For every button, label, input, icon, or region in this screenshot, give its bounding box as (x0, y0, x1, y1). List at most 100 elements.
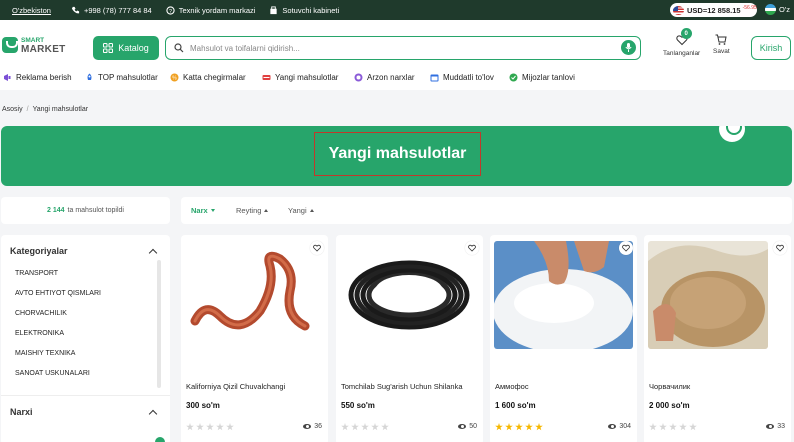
nav-label: Mijozlar tanlovi (522, 73, 575, 82)
rating-stars (649, 423, 697, 431)
heart-icon (776, 244, 784, 252)
logo-line-2: MARKET (21, 44, 66, 55)
nav-item-reklama[interactable]: Reklama berish (3, 73, 72, 82)
logo-icon (2, 37, 18, 53)
favorites-count-badge: 0 (680, 28, 692, 39)
product-title[interactable]: Kaliforniya Qizil Chuvalchangi (186, 382, 285, 391)
nav-item-yangi[interactable]: Yangi mahsulotlar (262, 73, 338, 82)
price-slider-handle[interactable] (155, 437, 165, 442)
star-icon (535, 423, 543, 431)
product-image-worm[interactable] (185, 241, 324, 349)
language-selector[interactable]: O'z (765, 4, 790, 15)
category-item[interactable]: SANOAT USKUNALARI (15, 370, 90, 377)
heart-icon (468, 244, 476, 252)
product-price: 300 so'm (186, 401, 220, 410)
product-card[interactable]: Чорвачилик 2 000 so'm 33 (644, 235, 791, 442)
cart-icon (715, 34, 727, 45)
support-label[interactable]: Texnik yordam markazi (179, 6, 256, 15)
eye-icon (458, 424, 467, 429)
chevron-up-icon[interactable] (148, 248, 158, 258)
sort-rating[interactable]: Reyting (236, 206, 269, 215)
coin-icon (354, 73, 363, 82)
nav-item-top[interactable]: TOP mahsulotlar (85, 73, 158, 82)
sort-price[interactable]: Narx (191, 206, 215, 215)
eye-icon (303, 424, 312, 429)
eye-icon (766, 424, 775, 429)
breadcrumb-home[interactable]: Asosiy (2, 106, 23, 113)
star-icon (371, 423, 379, 431)
star-icon (341, 423, 349, 431)
star-icon (186, 423, 194, 431)
views-count: 304 (608, 423, 631, 430)
views-count: 50 (458, 423, 477, 430)
support-link[interactable]: ? Texnik yordam markazi (166, 6, 256, 15)
favorite-button[interactable] (310, 241, 324, 255)
product-title[interactable]: Tomchilab Sug'arish Uchun Shilanka (341, 382, 463, 391)
favorites-button[interactable]: 0 Tanlanganlar (663, 28, 700, 57)
category-item[interactable]: TRANSPORT (15, 270, 58, 277)
product-image-feed[interactable] (648, 241, 768, 349)
nav-item-chegirmalar[interactable]: % Katta chegirmalar (170, 73, 246, 82)
views-count: 33 (766, 423, 785, 430)
sort-new[interactable]: Yangi (288, 206, 314, 215)
product-card[interactable]: Kaliforniya Qizil Chuvalchangi 300 so'm … (181, 235, 328, 442)
svg-text:%: % (172, 76, 177, 82)
product-card[interactable]: Аммофос 1 600 so'm 304 (490, 235, 637, 442)
category-item[interactable]: AVTO EHTIYOT QISMLARI (15, 290, 101, 297)
voice-search-button[interactable] (621, 40, 636, 55)
catalog-label: Katalog (118, 43, 149, 53)
results-count: 2 144 ta mahsulot topildi (1, 197, 170, 224)
nav-item-arzon[interactable]: Arzon narxlar (354, 73, 415, 82)
star-icon (495, 423, 503, 431)
uz-flag-icon (765, 4, 776, 15)
nav-label: Katta chegirmalar (183, 73, 246, 82)
currency-value: USD=12 858.15 (687, 5, 741, 15)
logo[interactable]: SMART MARKET (2, 36, 66, 55)
nav-label: Reklama berish (16, 73, 72, 82)
heart-icon (313, 244, 321, 252)
category-item[interactable]: CHORVACHILIK (15, 310, 67, 317)
region-label[interactable]: O'zbekiston (12, 6, 51, 15)
seller-cabinet-link[interactable]: Sotuvchi kabineti (269, 6, 339, 15)
favorite-button[interactable] (465, 241, 479, 255)
sort-rating-label: Reyting (236, 206, 262, 215)
phone-link[interactable]: +998 (78) 777 84 84 (71, 6, 152, 15)
categories-heading[interactable]: Kategoriyalar (10, 246, 68, 256)
phone-number[interactable]: +998 (78) 777 84 84 (84, 6, 152, 15)
category-scrollbar[interactable] (157, 260, 161, 388)
star-icon (361, 423, 369, 431)
favorite-button[interactable] (619, 241, 633, 255)
product-title[interactable]: Аммофос (495, 382, 529, 391)
cart-button[interactable]: Savat (713, 34, 730, 55)
star-icon (659, 423, 667, 431)
favorite-button[interactable] (773, 241, 787, 255)
product-card[interactable]: Tomchilab Sug'arish Uchun Shilanka 550 s… (336, 235, 483, 442)
star-icon (196, 423, 204, 431)
login-button[interactable]: Kirish (751, 36, 791, 60)
sort-down-icon (210, 209, 215, 212)
category-item[interactable]: MAISHIY TEXNIKA (15, 350, 75, 357)
discount-icon: % (170, 73, 179, 82)
category-item[interactable]: ELEKTRONIKA (15, 330, 64, 337)
sort-up-icon (309, 209, 314, 212)
views-number: 36 (314, 423, 322, 430)
product-title[interactable]: Чорвачилик (649, 382, 690, 391)
region-selector[interactable]: O'zbekiston (12, 6, 51, 15)
breadcrumb-separator: / (26, 106, 29, 113)
catalog-button[interactable]: Katalog (93, 36, 159, 60)
price-heading[interactable]: Narxi (10, 407, 33, 417)
seller-label[interactable]: Sotuvchi kabineti (282, 6, 339, 15)
like-icon (509, 73, 518, 82)
product-image-fertilizer[interactable] (494, 241, 633, 349)
product-image-hose[interactable] (340, 241, 479, 349)
language-label[interactable]: O'z (779, 5, 790, 14)
top-bar: O'zbekiston +998 (78) 777 84 84 ? Texnik… (0, 0, 794, 20)
star-icon (226, 423, 234, 431)
heart-icon (622, 244, 630, 252)
smile-logo-icon (719, 126, 745, 142)
currency-delta: -56.95 (742, 5, 757, 11)
search-input[interactable] (190, 43, 610, 53)
chevron-up-icon[interactable] (148, 409, 158, 419)
nav-item-mijozlar[interactable]: Mijozlar tanlovi (509, 73, 575, 82)
nav-item-muddatli[interactable]: Muddatli to'lov (430, 73, 494, 82)
